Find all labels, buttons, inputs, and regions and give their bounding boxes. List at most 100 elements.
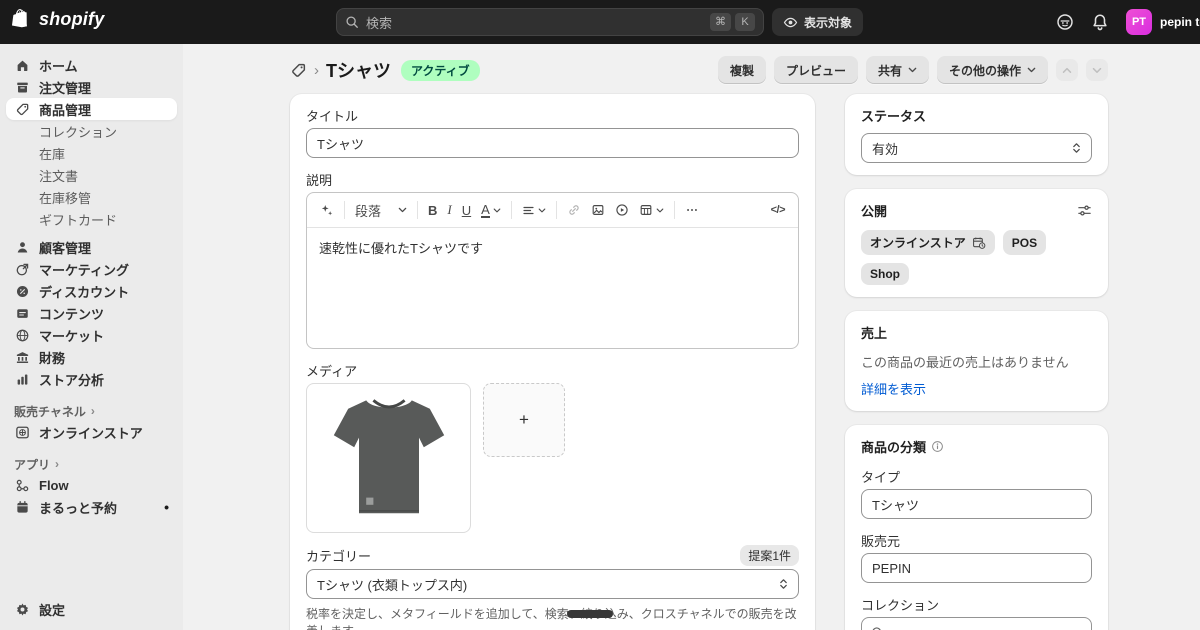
tag-icon bbox=[14, 101, 30, 117]
more-actions-button[interactable]: その他の操作 bbox=[937, 56, 1048, 84]
channel-online-store[interactable]: オンラインストア bbox=[861, 230, 995, 255]
sidebar-item-flow[interactable]: Flow bbox=[6, 474, 177, 496]
sidebar-item-orders[interactable]: 注文管理 bbox=[6, 76, 177, 98]
sidebar-item-purchase-orders[interactable]: 注文書 bbox=[6, 164, 177, 186]
avatar: PT bbox=[1126, 9, 1152, 35]
shopify-logo[interactable]: shopify bbox=[12, 8, 104, 31]
cmd-key: ⌘ bbox=[710, 13, 731, 31]
header-actions: 複製 プレビュー 共有 その他の操作 bbox=[718, 56, 1108, 84]
sidebar-item-label: ストア分析 bbox=[39, 370, 104, 389]
underline-button[interactable]: U bbox=[457, 200, 476, 221]
sidebar-item-label: コレクション bbox=[39, 122, 117, 141]
content-icon bbox=[14, 305, 30, 321]
view-target-button[interactable]: 表示対象 bbox=[772, 8, 863, 36]
insert-image-icon[interactable] bbox=[586, 200, 610, 220]
discount-icon bbox=[14, 283, 30, 299]
duplicate-button[interactable]: 複製 bbox=[718, 56, 766, 84]
button-label: 共有 bbox=[878, 62, 902, 79]
sidebar-item-label: マーケティング bbox=[39, 260, 129, 279]
button-label: プレビュー bbox=[786, 62, 846, 79]
insert-video-icon[interactable] bbox=[610, 200, 634, 220]
more-options-icon[interactable] bbox=[680, 200, 704, 220]
link-icon[interactable] bbox=[562, 200, 586, 220]
preview-button[interactable]: プレビュー bbox=[774, 56, 858, 84]
paragraph-label: 段落 bbox=[355, 201, 381, 220]
sliders-icon[interactable] bbox=[1077, 203, 1092, 218]
sidebar-item-inventory[interactable]: 在庫 bbox=[6, 142, 177, 164]
sidebar-item-transfers[interactable]: 在庫移管 bbox=[6, 186, 177, 208]
sales-title: 売上 bbox=[861, 326, 887, 341]
sidebar-item-online-store[interactable]: オンラインストア bbox=[6, 421, 177, 443]
sidebar-item-marketing[interactable]: マーケティング bbox=[6, 258, 177, 280]
sidebar-item-finance[interactable]: 財務 bbox=[6, 346, 177, 368]
sidebar-item-label: 設定 bbox=[39, 600, 65, 619]
sidebar-item-label: 在庫移管 bbox=[39, 188, 91, 207]
sidebar-item-label: 注文管理 bbox=[39, 78, 91, 97]
add-media-button[interactable]: + bbox=[483, 383, 565, 457]
eye-icon bbox=[783, 15, 798, 30]
sidebar-item-collections[interactable]: コレクション bbox=[6, 120, 177, 142]
media-label: メディア bbox=[306, 361, 799, 380]
sidebar-item-analytics[interactable]: ストア分析 bbox=[6, 368, 177, 390]
user-name: pepin tes bbox=[1160, 15, 1200, 29]
sidebar-item-content[interactable]: コンテンツ bbox=[6, 302, 177, 324]
toolbar-divider bbox=[556, 201, 557, 219]
collections-label: コレクション bbox=[861, 595, 1092, 614]
toolbar-divider bbox=[511, 201, 512, 219]
type-input[interactable] bbox=[861, 489, 1092, 519]
alignment-dropdown[interactable] bbox=[517, 201, 551, 220]
scroll-indicator[interactable] bbox=[567, 610, 613, 618]
category-suggestion-badge[interactable]: 提案1件 bbox=[740, 545, 799, 566]
next-product-button[interactable] bbox=[1086, 59, 1108, 81]
insert-table-dropdown[interactable] bbox=[634, 200, 669, 220]
status-select[interactable]: 有効 bbox=[861, 133, 1092, 163]
plus-icon: + bbox=[519, 410, 529, 430]
sidebar-item-settings[interactable]: 設定 bbox=[6, 598, 177, 620]
sidebar-item-customers[interactable]: 顧客管理 bbox=[6, 236, 177, 258]
channel-pos[interactable]: POS bbox=[1003, 230, 1046, 255]
breadcrumb-separator: › bbox=[314, 62, 319, 79]
ai-sparkle-icon[interactable] bbox=[315, 200, 339, 220]
code-view-button[interactable]: </> bbox=[766, 201, 790, 219]
help-icon[interactable] bbox=[1056, 13, 1074, 31]
page-header: › Tシャツ アクティブ 複製 プレビュー 共有 その他の操作 bbox=[290, 56, 1108, 84]
global-search[interactable]: 検索 ⌘ K bbox=[336, 8, 764, 36]
sidebar-item-products[interactable]: 商品管理 bbox=[6, 98, 177, 120]
text-color-dropdown[interactable]: A bbox=[476, 200, 506, 221]
sidebar-item-gift-cards[interactable]: ギフトカード bbox=[6, 208, 177, 230]
product-media-thumbnail[interactable] bbox=[306, 383, 471, 533]
publishing-card: 公開 オンラインストア PO bbox=[845, 189, 1108, 297]
sidebar-item-markets[interactable]: マーケット bbox=[6, 324, 177, 346]
sidebar-item-label: まるっと予約 bbox=[39, 498, 117, 517]
user-menu[interactable]: PT pepin tes bbox=[1126, 9, 1200, 35]
search-icon bbox=[871, 626, 884, 630]
main-area: › Tシャツ アクティブ 複製 プレビュー 共有 その他の操作 bbox=[183, 44, 1200, 630]
description-editor-body[interactable]: 速乾性に優れたTシャツです bbox=[307, 228, 798, 348]
share-button[interactable]: 共有 bbox=[866, 56, 929, 84]
notifications-bell-icon[interactable] bbox=[1091, 13, 1109, 31]
apps-header[interactable]: アプリ › bbox=[6, 454, 177, 474]
sales-details-link[interactable]: 詳細を表示 bbox=[861, 379, 926, 398]
breadcrumb-tag-icon[interactable] bbox=[290, 62, 307, 79]
sidebar-item-home[interactable]: ホーム bbox=[6, 54, 177, 76]
vendor-label: 販売元 bbox=[861, 531, 1092, 550]
bold-button[interactable]: B bbox=[423, 200, 442, 221]
bank-icon bbox=[14, 349, 30, 365]
status-title: ステータス bbox=[861, 109, 926, 124]
shopify-bag-icon bbox=[12, 8, 33, 31]
bar-chart-icon bbox=[14, 371, 30, 387]
collections-search-input[interactable] bbox=[861, 617, 1092, 630]
sidebar-item-booking-app[interactable]: まるっと予約 • bbox=[6, 496, 177, 518]
info-icon[interactable] bbox=[931, 440, 944, 453]
prev-product-button[interactable] bbox=[1056, 59, 1078, 81]
sales-channels-header[interactable]: 販売チャネル › bbox=[6, 401, 177, 421]
sidebar-item-discounts[interactable]: ディスカウント bbox=[6, 280, 177, 302]
editor-toolbar: 段落 B I U A bbox=[307, 193, 798, 228]
title-input[interactable] bbox=[306, 128, 799, 158]
vendor-input[interactable] bbox=[861, 553, 1092, 583]
orders-icon bbox=[14, 79, 30, 95]
channel-shop[interactable]: Shop bbox=[861, 263, 909, 285]
italic-button[interactable]: I bbox=[442, 199, 456, 221]
category-select[interactable]: Tシャツ (衣類トップス内) bbox=[306, 569, 799, 599]
paragraph-style-dropdown[interactable]: 段落 bbox=[350, 198, 412, 223]
